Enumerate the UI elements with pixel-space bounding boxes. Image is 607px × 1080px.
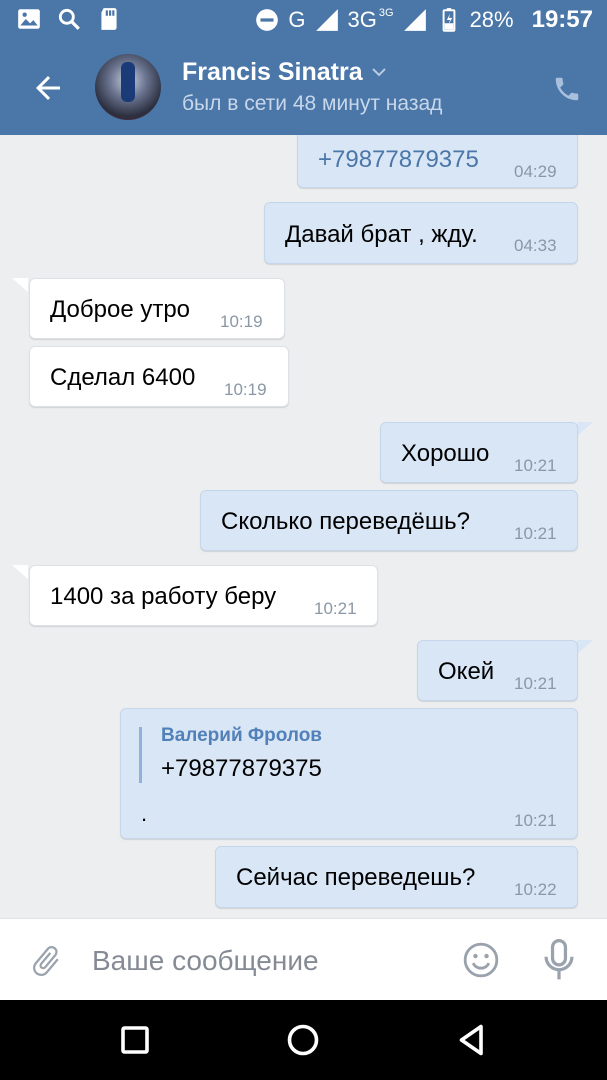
system-nav-bar	[0, 1000, 607, 1080]
message-text: Сейчас переведешь?	[236, 864, 476, 891]
message-bubble-incoming[interactable]: Доброе утро 10:19	[29, 278, 285, 339]
nav-back-icon[interactable]	[454, 1022, 490, 1058]
network-3g-superscript: 3G	[378, 7, 394, 19]
contact-last-seen: был в сети 48 минут назад	[182, 92, 443, 115]
message-time: 10:19	[220, 312, 263, 331]
attach-paperclip-icon[interactable]	[28, 943, 64, 979]
recent-apps-icon[interactable]	[117, 1022, 153, 1058]
gallery-notification-icon	[18, 9, 40, 29]
message-bubble-outgoing[interactable]: Давай брат , жду. 04:33	[264, 202, 578, 264]
message-bubble-outgoing[interactable]: Сейчас переведешь? 10:22	[215, 846, 578, 908]
signal-icon-2	[403, 9, 426, 31]
message-time: 10:21	[514, 524, 557, 543]
bubble-tail	[12, 278, 28, 292]
message-bubble-outgoing[interactable]: +79877879375 04:29	[297, 135, 578, 188]
bubble-tail	[577, 422, 593, 436]
message-composer	[0, 918, 607, 1001]
back-arrow-icon[interactable]	[30, 70, 66, 106]
chat-header: Francis Sinatra был в сети 48 минут наза…	[0, 40, 607, 135]
message-list[interactable]: +79877879375 04:29 Давай брат , жду. 04:…	[0, 135, 607, 918]
chevron-down-icon[interactable]	[372, 67, 386, 77]
message-bubble-outgoing[interactable]: Хорошо 10:21	[380, 422, 578, 483]
message-bubble-forwarded[interactable]: Валерий Фролов +79877879375 . 10:21	[120, 708, 578, 839]
microphone-icon[interactable]	[542, 939, 576, 981]
forward-quote-bar	[139, 727, 142, 783]
home-icon[interactable]	[285, 1022, 321, 1058]
message-text: Доброе утро	[50, 296, 191, 323]
status-bar: G 3G 3G 28% 19:57	[0, 0, 607, 40]
message-text: Сделал 6400	[50, 364, 196, 391]
message-bubble-incoming[interactable]: Сделал 6400 10:19	[29, 346, 289, 407]
message-time: 10:19	[224, 380, 267, 399]
battery-charging-icon	[442, 8, 455, 32]
avatar[interactable]	[95, 54, 161, 120]
message-bubble-incoming[interactable]: 1400 за работу беру 10:21	[29, 565, 378, 626]
phone-call-icon[interactable]	[552, 74, 582, 104]
search-notification-icon	[58, 8, 80, 30]
emoji-smile-icon[interactable]	[462, 941, 500, 979]
battery-percent: 28%	[469, 7, 514, 32]
bubble-tail	[12, 565, 28, 579]
message-text[interactable]: +79877879375	[318, 146, 479, 174]
message-time: 10:21	[514, 811, 557, 830]
message-bubble-outgoing[interactable]: Сколько переведёшь? 10:21	[200, 490, 578, 551]
message-text: 1400 за работу беру	[50, 583, 277, 610]
message-text: Сколько переведёшь?	[221, 508, 471, 535]
forward-text: +79877879375	[161, 755, 322, 782]
message-time: 10:22	[514, 880, 557, 899]
message-time: 10:21	[514, 456, 557, 475]
contact-name[interactable]: Francis Sinatra	[182, 58, 363, 87]
message-text: Окей	[438, 658, 495, 685]
forward-author[interactable]: Валерий Фролов	[161, 725, 322, 747]
clock: 19:57	[531, 6, 593, 33]
network-g-label: G	[288, 7, 306, 32]
signal-icon	[315, 9, 338, 31]
bubble-tail	[577, 640, 593, 654]
message-text: Давай брат , жду.	[285, 221, 478, 248]
network-3g-label: 3G	[347, 7, 377, 32]
message-input[interactable]	[90, 937, 444, 985]
message-bubble-outgoing[interactable]: Окей 10:21	[417, 640, 578, 701]
message-time: 10:21	[514, 674, 557, 693]
message-time: 10:21	[314, 599, 357, 618]
message-time: 04:33	[514, 236, 557, 255]
message-time: 04:29	[514, 162, 557, 181]
message-text: Хорошо	[401, 440, 490, 467]
message-text: .	[141, 801, 148, 826]
do-not-disturb-icon	[256, 9, 279, 31]
sd-card-icon	[101, 8, 117, 30]
